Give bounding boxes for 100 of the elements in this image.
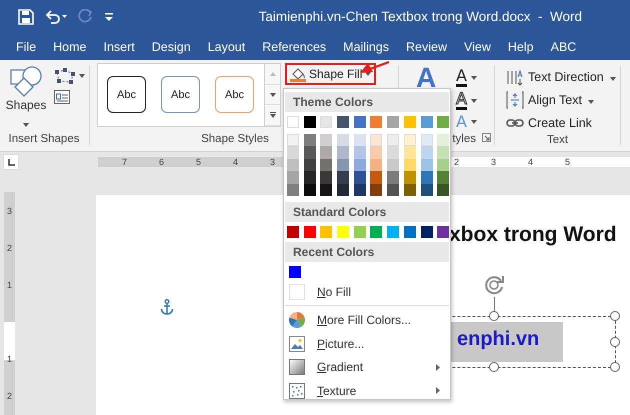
ribbon-tab[interactable]: Insert (96, 36, 143, 58)
color-swatch[interactable] (420, 158, 432, 172)
color-swatch[interactable] (354, 146, 366, 159)
ribbon-tab[interactable]: View (456, 36, 499, 58)
color-swatch[interactable] (304, 158, 316, 172)
color-swatch[interactable] (370, 116, 382, 128)
ribbon-tab[interactable]: Layout (200, 36, 254, 58)
resize-handle[interactable] (488, 311, 498, 321)
customize-icon[interactable] (104, 12, 114, 22)
resize-handle[interactable] (488, 362, 498, 372)
color-swatch[interactable] (420, 184, 432, 196)
ribbon-tab[interactable]: Design (144, 36, 199, 58)
color-swatch[interactable] (320, 184, 332, 196)
undo-icon[interactable] (44, 8, 68, 24)
shape-style-option[interactable]: Abc (161, 76, 200, 113)
color-swatch[interactable] (404, 158, 416, 172)
color-swatch[interactable] (354, 171, 366, 184)
color-swatch[interactable] (420, 146, 432, 159)
color-swatch[interactable] (404, 226, 416, 238)
color-swatch[interactable] (287, 134, 299, 146)
color-swatch[interactable] (370, 171, 382, 184)
ribbon-tab[interactable]: References (254, 36, 334, 58)
color-swatch[interactable] (287, 184, 299, 196)
color-swatch[interactable] (287, 146, 299, 159)
scroll-down-button[interactable] (265, 84, 280, 106)
color-swatch[interactable] (337, 116, 350, 128)
text-box-icon[interactable] (54, 90, 70, 104)
color-swatch[interactable] (304, 146, 316, 159)
menu-item[interactable]: Texture (284, 378, 450, 402)
color-swatch[interactable] (437, 116, 450, 128)
color-swatch[interactable] (420, 116, 432, 128)
color-swatch[interactable] (370, 184, 382, 196)
resize-handle[interactable] (610, 336, 620, 346)
color-swatch[interactable] (354, 184, 366, 196)
ribbon-tab[interactable]: File (8, 36, 44, 58)
color-swatch[interactable] (354, 226, 366, 238)
color-swatch[interactable] (304, 116, 316, 128)
shape-fill-button[interactable]: Shape Fill (285, 63, 376, 85)
ribbon-tab[interactable]: Mailings (335, 36, 398, 58)
resize-handle[interactable] (610, 362, 620, 372)
color-swatch[interactable] (304, 134, 316, 146)
color-swatch[interactable] (387, 146, 400, 159)
color-swatch[interactable] (437, 146, 450, 159)
color-swatch[interactable] (387, 171, 400, 184)
color-swatch[interactable] (354, 116, 366, 128)
color-swatch[interactable] (437, 134, 450, 146)
tab-selector[interactable] (3, 154, 19, 170)
color-swatch[interactable] (337, 134, 350, 146)
resize-handle[interactable] (610, 311, 620, 321)
color-swatch[interactable] (387, 134, 400, 146)
color-swatch[interactable] (320, 171, 332, 184)
color-swatch[interactable] (437, 158, 450, 172)
dialog-launcher-icon[interactable] (482, 133, 491, 142)
color-swatch[interactable] (437, 226, 450, 238)
ribbon-tab[interactable]: Home (45, 36, 94, 58)
color-swatch[interactable] (320, 226, 332, 238)
color-swatch[interactable] (320, 158, 332, 172)
color-swatch[interactable] (354, 158, 366, 172)
color-swatch[interactable] (337, 226, 350, 238)
color-swatch[interactable] (370, 146, 382, 159)
color-swatch[interactable] (387, 184, 400, 196)
text-command-button[interactable]: Create Link (506, 112, 619, 134)
color-swatch[interactable] (404, 171, 416, 184)
color-swatch[interactable] (420, 134, 432, 146)
color-swatch[interactable] (387, 226, 400, 238)
shape-style-option[interactable]: Abc (107, 76, 146, 113)
color-swatch[interactable] (404, 146, 416, 159)
color-swatch[interactable] (287, 171, 299, 184)
color-swatch[interactable] (404, 184, 416, 196)
more-styles-button[interactable] (265, 105, 280, 126)
save-icon[interactable] (18, 8, 34, 24)
menu-item[interactable]: No Fill (284, 280, 450, 304)
color-swatch[interactable] (304, 171, 316, 184)
ribbon-tab[interactable]: Review (398, 36, 456, 58)
color-swatch[interactable] (304, 184, 316, 196)
shape-style-option[interactable]: Abc (215, 76, 254, 113)
color-swatch[interactable] (337, 171, 350, 184)
color-swatch[interactable] (420, 226, 432, 238)
color-swatch[interactable] (320, 116, 332, 128)
color-swatch[interactable] (437, 171, 450, 184)
color-swatch[interactable] (337, 158, 350, 172)
color-swatch[interactable] (437, 184, 450, 196)
color-swatch[interactable] (404, 134, 416, 146)
edit-shape-icon[interactable] (54, 68, 76, 84)
text-command-button[interactable]: Text Direction (506, 66, 619, 88)
color-swatch[interactable] (320, 146, 332, 159)
text-effects-button[interactable]: A (416, 65, 456, 91)
color-swatch[interactable] (304, 226, 316, 238)
color-swatch[interactable] (370, 226, 382, 238)
color-swatch[interactable] (387, 116, 400, 128)
color-swatch[interactable] (337, 146, 350, 159)
color-swatch[interactable] (337, 184, 350, 196)
color-swatch[interactable] (420, 171, 432, 184)
color-swatch[interactable] (287, 158, 299, 172)
color-swatch[interactable] (289, 266, 301, 278)
text-command-button[interactable]: Align Text (506, 89, 619, 111)
color-swatch[interactable] (287, 116, 299, 128)
text-outline-button[interactable]: A (456, 91, 477, 110)
color-swatch[interactable] (354, 134, 366, 146)
color-swatch[interactable] (287, 226, 299, 238)
